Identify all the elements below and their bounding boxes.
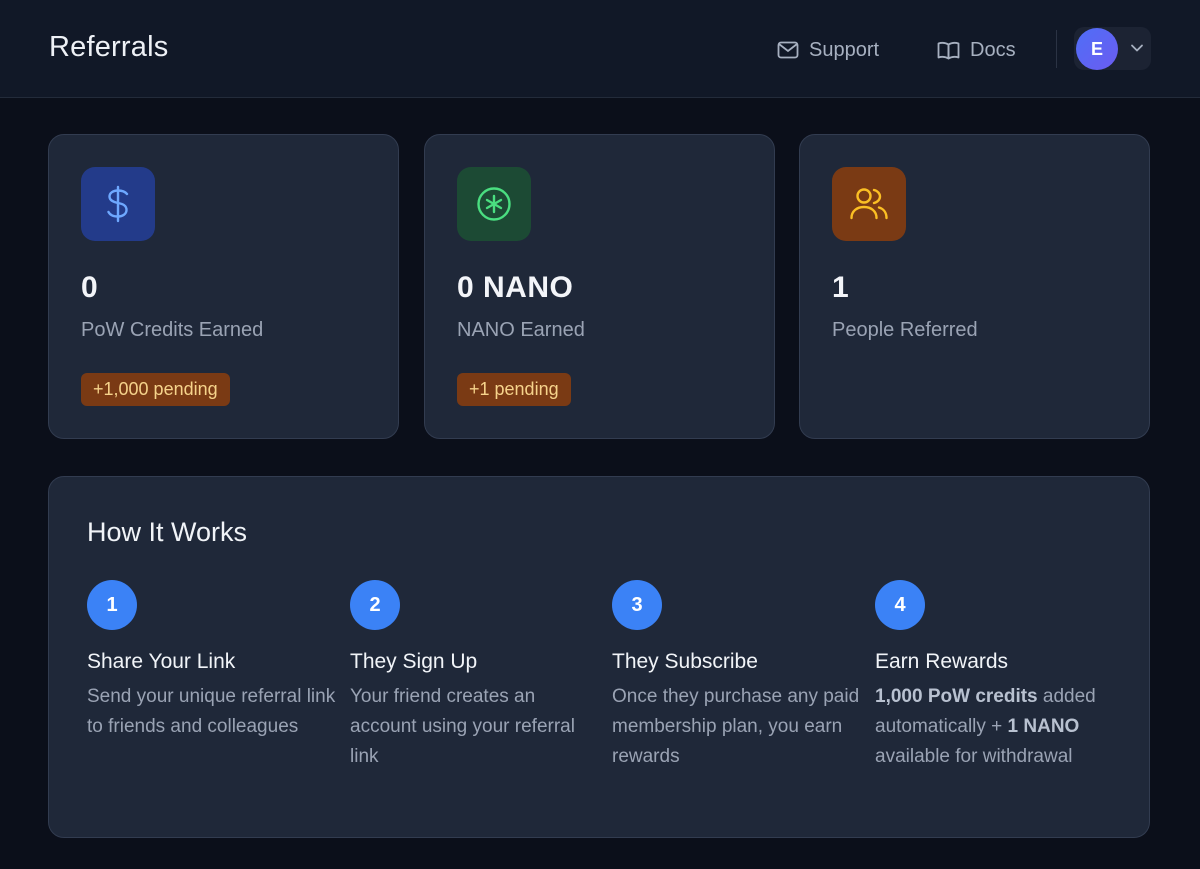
icon-box-nano [457,167,531,241]
stat-card-nano-earned: 0 NANO NANO Earned +1 pending [424,134,775,439]
people-referred-value: 1 [832,271,850,304]
page-title: Referrals [49,31,169,63]
how-it-works-title: How It Works [87,517,248,547]
docs-label: Docs [970,38,1016,61]
nano-earned-label: NANO Earned [457,319,585,341]
user-menu-button[interactable]: E [1074,27,1151,70]
pow-pending-badge: +1,000 pending [81,373,230,406]
mail-icon [777,41,799,59]
step-description: 1,000 PoW credits added automatically + … [875,682,1115,772]
chevron-down-icon [1131,44,1143,52]
header-divider [1056,30,1057,68]
reward-nano-text: 1 NANO [1007,716,1080,737]
avatar: E [1076,28,1118,70]
step-title: They Sign Up [350,650,478,673]
book-open-icon [937,41,960,59]
stat-card-people-referred: 1 People Referred [799,134,1150,439]
step-number: 4 [875,580,925,630]
pow-credits-label: PoW Credits Earned [81,319,264,341]
step-1: 1 Share Your Link Send your unique refer… [87,580,337,742]
docs-link[interactable]: Docs [937,36,1016,64]
step-title: They Subscribe [612,650,758,673]
nano-pending-badge: +1 pending [457,373,571,406]
step-2: 2 They Sign Up Your friend creates an ac… [350,580,600,772]
top-header: Referrals Support Docs E [0,0,1200,98]
support-link[interactable]: Support [777,36,879,64]
icon-box-referred [832,167,906,241]
people-referred-label: People Referred [832,319,978,341]
reward-text-2: available for withdrawal [875,746,1073,767]
dollar-icon [107,185,129,223]
asterisk-circle-icon [477,187,511,221]
icon-box-pow [81,167,155,241]
step-description: Your friend creates an account using you… [350,686,575,767]
step-4: 4 Earn Rewards 1,000 PoW credits added a… [875,580,1115,772]
step-number: 3 [612,580,662,630]
users-icon [850,188,888,220]
step-description: Send your unique referral link to friend… [87,686,336,737]
stat-card-pow-credits: 0 PoW Credits Earned +1,000 pending [48,134,399,439]
pow-credits-value: 0 [81,271,99,304]
step-title: Earn Rewards [875,650,1009,673]
step-3: 3 They Subscribe Once they purchase any … [612,580,862,772]
step-description: Once they purchase any paid membership p… [612,686,860,767]
step-number: 1 [87,580,137,630]
how-it-works-card: How It Works 1 Share Your Link Send your… [48,476,1150,838]
step-title: Share Your Link [87,650,236,673]
nano-earned-value: 0 NANO [457,271,574,304]
step-number: 2 [350,580,400,630]
support-label: Support [809,38,880,61]
reward-credits-text: 1,000 PoW credits [875,686,1038,707]
